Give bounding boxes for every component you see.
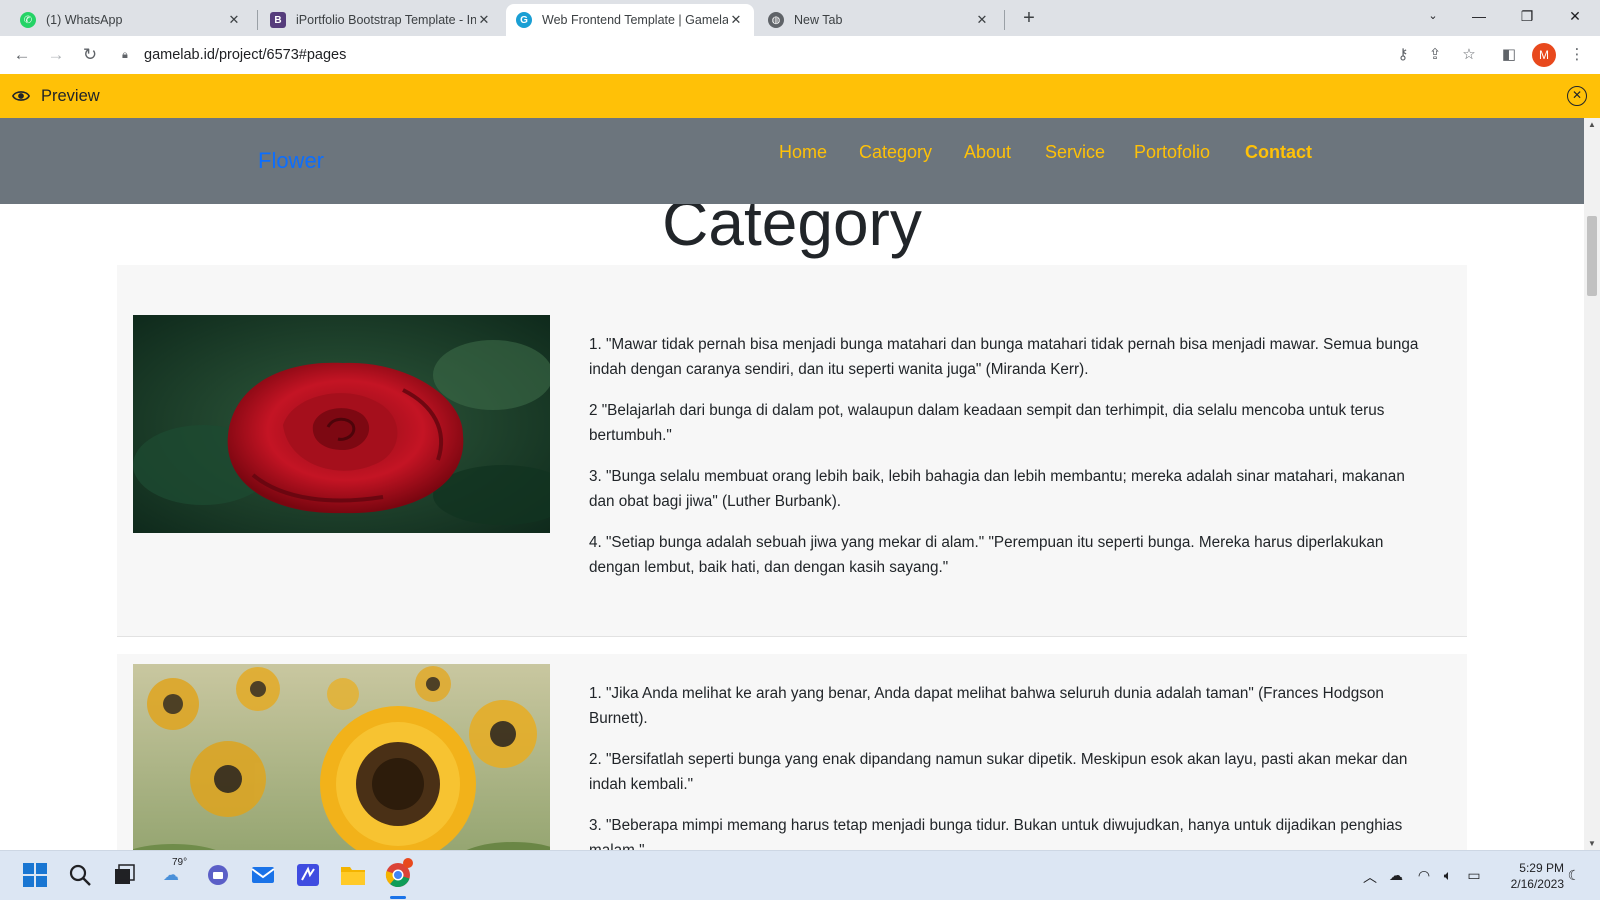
quote-text: 3. "Bunga selalu membuat orang lebih bai… [589, 468, 1405, 510]
address-bar[interactable]: 🔒︎ gamelab.id/project/6573#pages [116, 40, 1316, 70]
teams-chat-icon[interactable] [203, 860, 233, 890]
category-card: 1. "Mawar tidak pernah bisa menjadi bung… [117, 265, 1467, 637]
lock-icon: 🔒︎ [122, 48, 128, 61]
category-card: 1. "Jika Anda melihat ke arah yang benar… [117, 654, 1467, 850]
task-view-icon[interactable] [109, 860, 139, 890]
chevron-up-icon[interactable]: ︿ [1360, 867, 1380, 887]
key-icon[interactable]: ⚷ [1390, 42, 1416, 68]
site-navbar: Flower Home Category About Service Porto… [0, 118, 1584, 204]
quote-text: 2 "Belajarlah dari bunga di dalam pot, w… [589, 402, 1385, 444]
preview-bar: Preview ✕ [0, 74, 1600, 118]
preview-label: Preview [41, 86, 100, 105]
globe-icon: ◍ [768, 12, 784, 28]
tab-search-icon[interactable]: ⌄ [1410, 0, 1456, 34]
brand-logo[interactable]: Flower [258, 148, 324, 174]
eye-icon [12, 91, 30, 101]
tab-title: iPortfolio Bootstrap Template - In [296, 13, 476, 27]
tab-whatsapp[interactable]: ✆ (1) WhatsApp ✕ [10, 4, 252, 36]
bootstrap-icon: B [270, 12, 286, 28]
new-tab-button[interactable]: + [1016, 6, 1042, 32]
quote-text: 1. "Mawar tidak pernah bisa menjadi bung… [589, 336, 1419, 378]
mail-icon[interactable] [248, 860, 278, 890]
wifi-icon[interactable]: ◠ [1414, 867, 1434, 884]
quote-text: 1. "Jika Anda melihat ke arah yang benar… [589, 685, 1384, 727]
sunflower-image [133, 664, 550, 850]
tab-separator [257, 10, 258, 30]
page-viewport: Flower Home Category About Service Porto… [0, 118, 1584, 850]
nav-contact[interactable]: Contact [1245, 142, 1312, 163]
nav-portofolio[interactable]: Portofolio [1134, 142, 1210, 163]
tab-separator [1004, 10, 1005, 30]
tab-title: New Tab [794, 13, 843, 27]
battery-icon[interactable]: ▭ [1464, 867, 1484, 884]
menu-dots-icon[interactable]: ⋮ [1564, 42, 1590, 68]
notification-icon[interactable]: ☾ [1564, 867, 1584, 884]
scroll-up-arrow-icon[interactable]: ▲ [1584, 120, 1600, 129]
whatsapp-icon: ✆ [20, 12, 36, 28]
tab-new-tab[interactable]: ◍ New Tab ✕ [758, 4, 1000, 36]
search-icon[interactable] [65, 860, 95, 890]
close-window-button[interactable]: ✕ [1552, 0, 1598, 34]
clock-date: 2/16/2023 [1510, 877, 1564, 891]
notification-badge [403, 858, 413, 868]
file-explorer-icon[interactable] [338, 860, 368, 890]
restore-button[interactable]: ❐ [1504, 0, 1550, 34]
weather-temp: 79° [172, 857, 188, 868]
nav-about[interactable]: About [964, 142, 1011, 163]
quote-list: 1. "Jika Anda melihat ke arah yang benar… [589, 682, 1419, 850]
side-panel-icon[interactable]: ◧ [1496, 42, 1522, 68]
scroll-down-arrow-icon[interactable]: ▼ [1584, 839, 1600, 848]
tab-title: (1) WhatsApp [46, 13, 123, 27]
quote-list: 1. "Mawar tidak pernah bisa menjadi bung… [589, 333, 1419, 597]
back-button[interactable]: ← [8, 42, 36, 68]
bookmark-star-icon[interactable]: ☆ [1456, 42, 1482, 68]
url-text: gamelab.id/project/6573#pages [144, 47, 347, 63]
nav-home[interactable]: Home [779, 142, 827, 163]
close-tab-icon[interactable]: ✕ [974, 12, 990, 28]
page-scrollbar[interactable]: ▲ ▼ [1584, 118, 1600, 850]
tab-strip: ✆ (1) WhatsApp ✕ B iPortfolio Bootstrap … [0, 0, 1600, 36]
close-preview-icon[interactable]: ✕ [1567, 86, 1587, 106]
clock[interactable]: 5:29 PM 2/16/2023 [1494, 860, 1564, 892]
share-icon[interactable]: ⇪ [1422, 42, 1448, 68]
close-tab-icon[interactable]: ✕ [728, 12, 744, 28]
tab-title: Web Frontend Template | Gamela [542, 13, 728, 27]
volume-icon[interactable]: 🔈︎ [1438, 867, 1458, 884]
profile-avatar[interactable]: M [1532, 43, 1556, 67]
close-tab-icon[interactable]: ✕ [476, 12, 492, 28]
scrollbar-thumb[interactable] [1587, 216, 1597, 296]
chrome-icon[interactable] [383, 858, 413, 890]
onedrive-icon[interactable]: ☁ [1386, 867, 1406, 884]
cloud-icon: ☁ [163, 867, 179, 884]
weather-widget[interactable]: ☁ 79° [156, 857, 188, 890]
quote-text: 3. "Beberapa mimpi memang harus tetap me… [589, 817, 1403, 850]
rose-image [133, 315, 550, 533]
gamelab-icon: G [516, 12, 532, 28]
nav-category[interactable]: Category [859, 142, 932, 163]
nav-service[interactable]: Service [1045, 142, 1105, 163]
clock-time: 5:29 PM [1519, 861, 1564, 875]
browser-toolbar: ← → ↻ 🔒︎ gamelab.id/project/6573#pages ⚷… [0, 36, 1600, 74]
reload-button[interactable]: ↻ [76, 42, 104, 68]
quote-text: 4. "Setiap bunga adalah sebuah jiwa yang… [589, 534, 1384, 576]
minimize-button[interactable]: — [1456, 0, 1502, 34]
windows-taskbar: ☁ 79° ︿ ☁ ◠ 🔈︎ ▭ 5:29 PM 2/16/2023 ☾ [0, 850, 1600, 900]
windows-start-icon[interactable] [20, 860, 50, 890]
tab-iportfolio[interactable]: B iPortfolio Bootstrap Template - In ✕ [260, 4, 502, 36]
tab-gamelab[interactable]: G Web Frontend Template | Gamela ✕ [506, 4, 754, 36]
close-tab-icon[interactable]: ✕ [226, 12, 242, 28]
visual-studio-icon[interactable] [293, 860, 323, 890]
active-app-indicator [390, 896, 406, 899]
quote-text: 2. "Bersifatlah seperti bunga yang enak … [589, 751, 1408, 793]
forward-button[interactable]: → [42, 42, 70, 68]
